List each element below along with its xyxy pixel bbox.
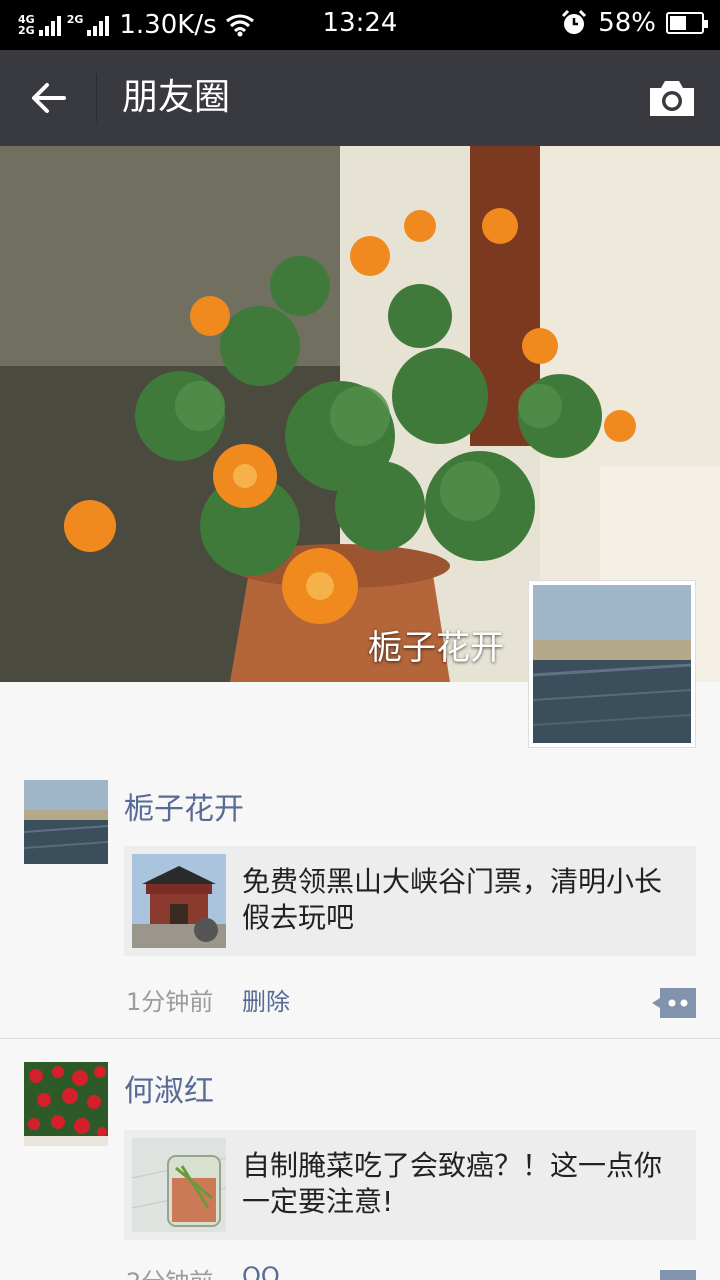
post-timestamp: 1分钟前 bbox=[126, 988, 214, 1016]
battery-fill bbox=[670, 16, 686, 30]
post-timestamp: 2分钟前 bbox=[126, 1262, 213, 1280]
post-source-label: QQ bbox=[242, 1262, 280, 1280]
cover-user-name: 栀子花开 bbox=[368, 628, 504, 668]
title-divider bbox=[96, 74, 97, 122]
avatar-image bbox=[533, 585, 691, 743]
delete-post-link[interactable]: 删除 bbox=[242, 982, 290, 1017]
back-button[interactable] bbox=[0, 50, 96, 146]
shared-link-title: 自制腌菜吃了会致癌？！这一点你一定要注意! bbox=[242, 1149, 663, 1218]
status-bar: 4G 2G 2G 1.30K/s 13:24 58% bbox=[0, 0, 720, 50]
shared-link-card[interactable]: 免费领黑山大峡谷门票，清明小长假去玩吧 bbox=[124, 846, 696, 956]
post-author-name[interactable]: 何淑红 bbox=[124, 1066, 214, 1110]
post-author-name[interactable]: 栀子花开 bbox=[124, 784, 244, 828]
page-title: 朋友圈 bbox=[122, 77, 231, 118]
shared-link-thumbnail bbox=[132, 1138, 226, 1232]
post-avatar[interactable] bbox=[24, 780, 108, 864]
shared-link-card[interactable]: 自制腌菜吃了会致癌？！这一点你一定要注意! bbox=[124, 1130, 696, 1240]
thumbnail-image bbox=[132, 854, 226, 948]
shared-link-title: 免费领黑山大峡谷门票，清明小长假去玩吧 bbox=[242, 865, 663, 934]
battery-icon bbox=[666, 12, 708, 34]
comment-icon[interactable] bbox=[652, 1270, 696, 1280]
post-divider bbox=[0, 1038, 720, 1039]
back-arrow-icon bbox=[32, 83, 66, 113]
title-bar: 朋友圈 bbox=[0, 50, 720, 146]
profile-avatar[interactable] bbox=[528, 580, 696, 748]
shared-link-thumbnail bbox=[132, 854, 226, 948]
camera-icon[interactable] bbox=[646, 74, 698, 122]
avatar-image bbox=[24, 1062, 108, 1146]
alarm-icon bbox=[562, 9, 587, 34]
avatar-image bbox=[24, 780, 108, 864]
comment-icon[interactable] bbox=[652, 988, 696, 1018]
thumbnail-image bbox=[132, 1138, 226, 1232]
battery-percent: 58% bbox=[598, 8, 656, 38]
post-avatar[interactable] bbox=[24, 1062, 108, 1146]
